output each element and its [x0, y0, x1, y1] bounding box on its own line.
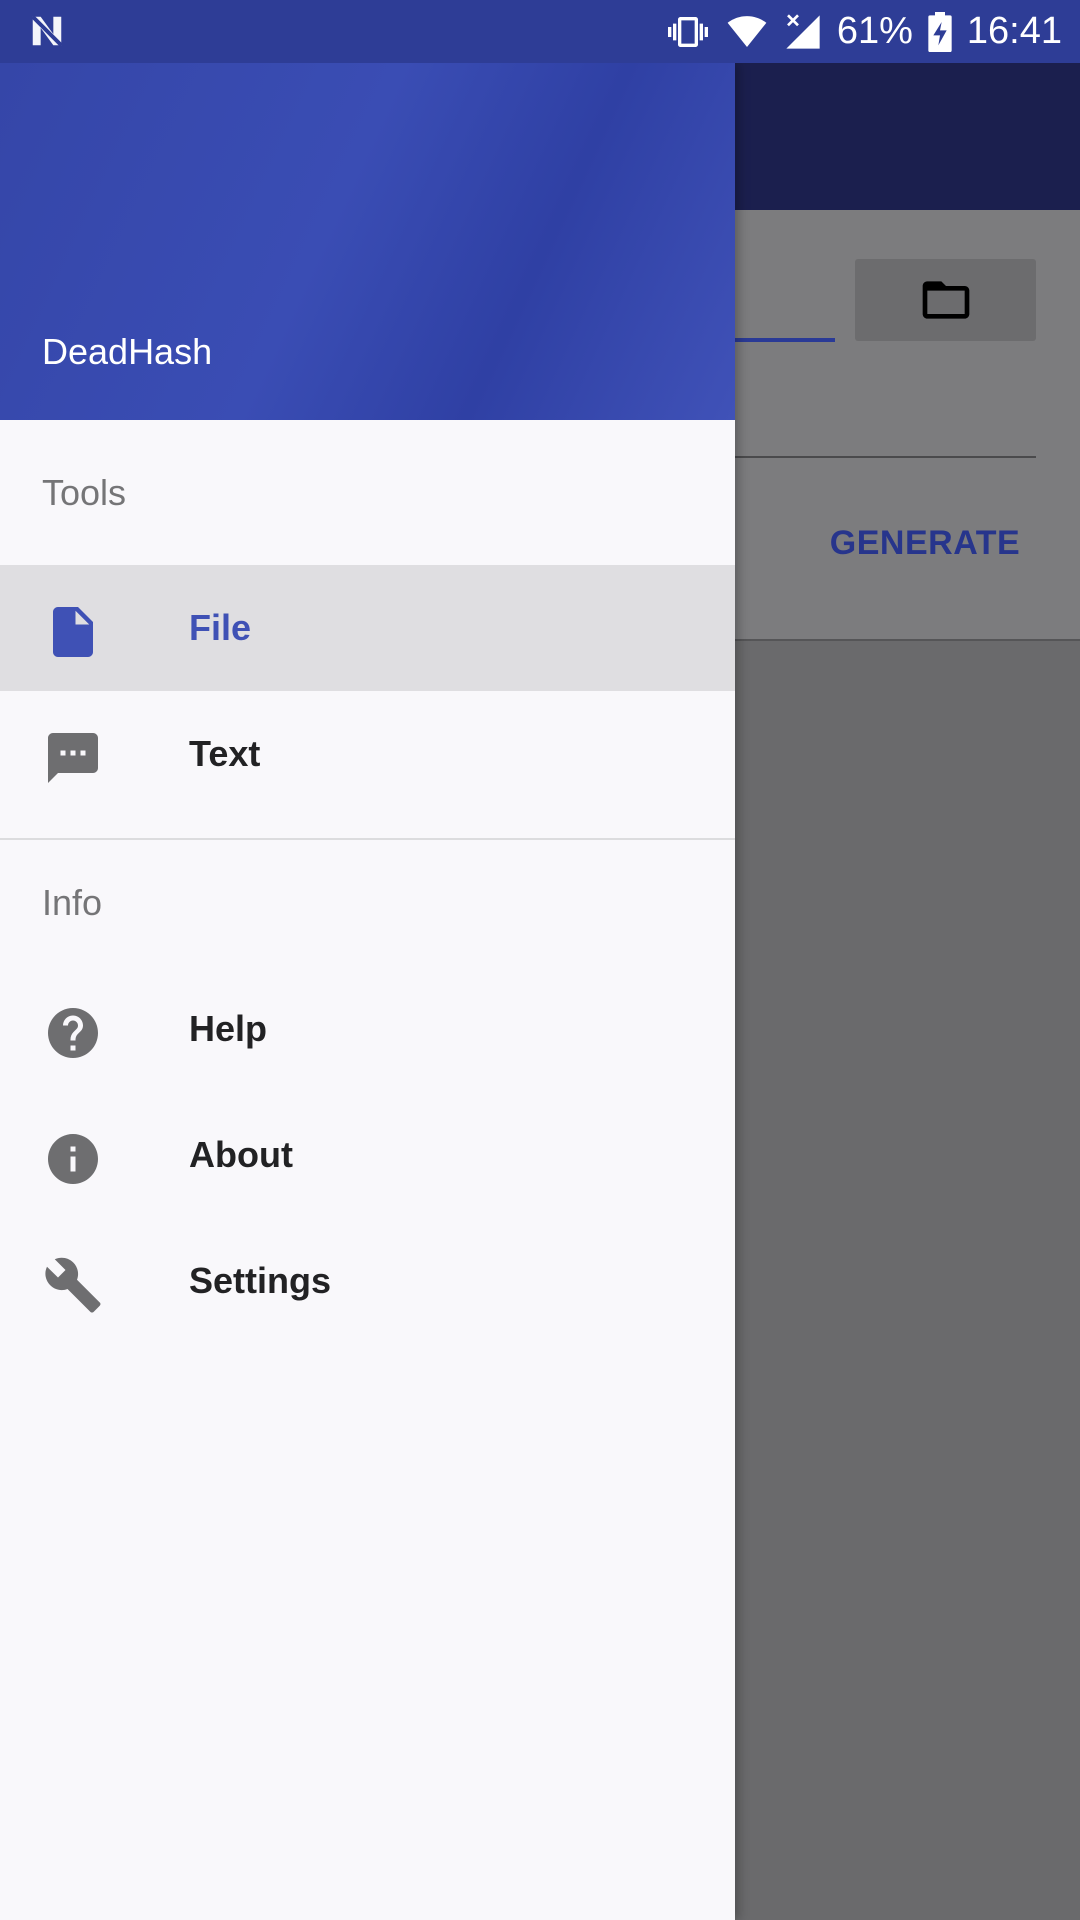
folder-icon: [922, 281, 969, 319]
section-title-info: Info: [42, 882, 103, 923]
wifi-icon: [727, 15, 767, 47]
screen: GENERATE 61% 16:41 DeadHash Tools File T…: [0, 0, 1080, 1920]
vibrate-icon: [667, 16, 708, 47]
nav-item-about[interactable]: About: [0, 1092, 735, 1218]
battery-charging-icon: [928, 11, 952, 52]
nav-item-label: About: [189, 1134, 293, 1175]
nav-item-help[interactable]: Help: [0, 966, 735, 1092]
file-icon: [43, 602, 103, 662]
battery-percent: 61%: [836, 10, 913, 52]
nav-item-settings[interactable]: Settings: [0, 1218, 735, 1344]
status-icons: 61% 16:41: [665, 0, 1062, 63]
nav-item-label: Settings: [189, 1260, 332, 1301]
status-bar: 61% 16:41: [0, 0, 1080, 63]
clock: 16:41: [966, 10, 1062, 52]
nav-item-file[interactable]: File: [0, 565, 735, 691]
notification-n-icon: [31, 15, 63, 47]
info-icon: [43, 1129, 103, 1189]
cell-signal-icon: [786, 13, 820, 49]
nav-item-label: File: [189, 607, 252, 648]
section-title-tools: Tools: [42, 471, 127, 513]
app-name: DeadHash: [42, 331, 213, 372]
nav-item-text[interactable]: Text: [0, 691, 735, 817]
generate-button[interactable]: GENERATE: [820, 508, 1030, 578]
message-icon: [43, 728, 103, 788]
help-icon: [43, 1003, 103, 1063]
browse-button[interactable]: [855, 259, 1036, 341]
nav-item-label: Text: [189, 733, 261, 774]
nav-item-label: Help: [189, 1008, 268, 1049]
drawer-header: DeadHash: [0, 63, 735, 420]
navigation-drawer: DeadHash Tools File Text Info Help About…: [0, 63, 735, 1920]
wrench-icon: [43, 1255, 103, 1315]
